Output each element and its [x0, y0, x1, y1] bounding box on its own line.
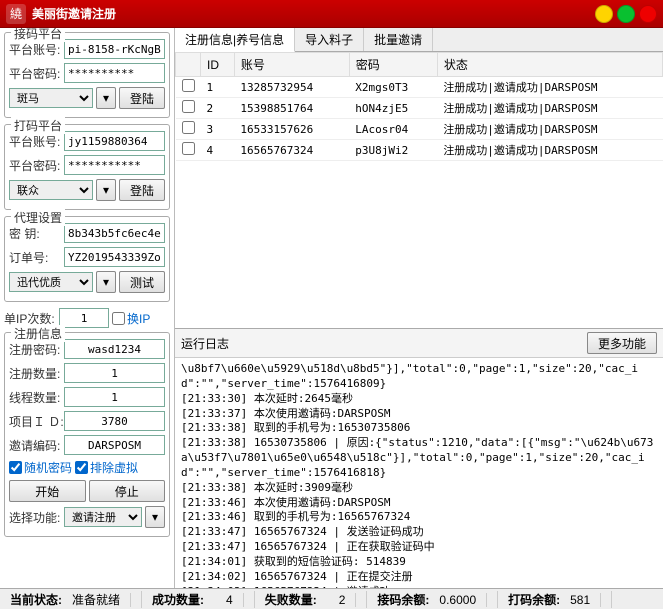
status-bar: 当前状态:准备就绪 成功数量: 4 失败数量: 2 接码余额:0.6000 打码…: [0, 588, 663, 609]
maximize-button[interactable]: [617, 5, 635, 23]
row-checkbox[interactable]: [182, 100, 195, 113]
col-pwd: 密码: [349, 53, 437, 77]
start-button[interactable]: 开始: [9, 480, 86, 502]
row-checkbox[interactable]: [182, 142, 195, 155]
window-title: 美丽街邀请注册: [32, 5, 591, 22]
col-acct: 账号: [234, 53, 349, 77]
stop-button[interactable]: 停止: [89, 480, 166, 502]
table-row[interactable]: 316533157626LAcosr04注册成功|邀请成功|DARSPOSM: [176, 119, 663, 140]
jiema-acct-input[interactable]: [64, 39, 165, 59]
proxy-order-label: 订单号:: [9, 249, 61, 266]
app-logo: 繞: [6, 4, 26, 24]
exclude-virtual-checkbox[interactable]: 排除虚拟: [75, 459, 138, 476]
reg-proj-input[interactable]: [64, 411, 165, 431]
reg-legend: 注册信息: [11, 325, 65, 342]
more-func-button[interactable]: 更多功能: [587, 332, 657, 354]
func-select[interactable]: 邀请注册: [64, 507, 142, 527]
reg-threads-input[interactable]: [64, 387, 165, 407]
reg-count-label: 注册数量:: [9, 365, 61, 382]
table-row[interactable]: 113285732954X2mgs0T3注册成功|邀请成功|DARSPOSM: [176, 77, 663, 98]
proxy-dropdown-button[interactable]: ▾: [96, 271, 116, 293]
proxy-test-button[interactable]: 测试: [119, 271, 165, 293]
reg-code-label: 邀请编码:: [9, 437, 61, 454]
dama-pwd-label: 平台密码:: [9, 157, 61, 174]
reg-proj-label: 项目Ｉ Ｄ:: [9, 413, 61, 430]
func-dropdown-button[interactable]: ▾: [145, 506, 165, 528]
table-row[interactable]: 215398851764hON4zjE5注册成功|邀请成功|DARSPOSM: [176, 98, 663, 119]
reg-pwd-input[interactable]: [64, 339, 165, 359]
log-title: 运行日志: [181, 335, 229, 352]
tab-import[interactable]: 导入料子: [295, 28, 364, 51]
swap-ip-checkbox[interactable]: 换IP: [112, 310, 150, 327]
col-status: 状态: [437, 53, 662, 77]
minimize-button[interactable]: [595, 5, 613, 23]
table-row[interactable]: 416565767324p3U8jWi2注册成功|邀请成功|DARSPOSM: [176, 140, 663, 161]
col-id: ID: [201, 53, 235, 77]
dama-provider-select[interactable]: 联众: [9, 180, 93, 200]
log-output: \u8bf7\u660e\u5929\u518d\u8bd5"}],"total…: [175, 358, 663, 588]
tab-reg-info[interactable]: 注册信息|养号信息: [175, 28, 295, 52]
dama-dropdown-button[interactable]: ▾: [96, 179, 116, 201]
jiema-provider-select[interactable]: 斑马: [9, 88, 93, 108]
proxy-key-label: 密 钥:: [9, 225, 61, 242]
jiema-legend: 接码平台: [11, 28, 65, 42]
jiema-pwd-input[interactable]: [64, 63, 165, 83]
reg-code-input[interactable]: [64, 435, 165, 455]
dama-acct-label: 平台账号:: [9, 133, 61, 150]
row-checkbox[interactable]: [182, 79, 195, 92]
dama-pwd-input[interactable]: [64, 155, 165, 175]
proxy-legend: 代理设置: [11, 209, 65, 226]
proxy-order-input[interactable]: [64, 247, 165, 267]
dama-login-button[interactable]: 登陆: [119, 179, 165, 201]
reg-count-input[interactable]: [64, 363, 165, 383]
proxy-provider-select[interactable]: 迅代优质: [9, 272, 93, 292]
ip-label: 单IP次数:: [4, 310, 56, 327]
jiema-login-button[interactable]: 登陆: [119, 87, 165, 109]
reg-pwd-label: 注册密码:: [9, 341, 61, 358]
ip-count-input[interactable]: [59, 308, 109, 328]
jiema-acct-label: 平台账号:: [9, 41, 61, 58]
accounts-table: ID 账号 密码 状态 113285732954X2mgs0T3注册成功|邀请成…: [175, 52, 663, 161]
row-checkbox[interactable]: [182, 121, 195, 134]
tab-batch-invite[interactable]: 批量邀请: [364, 28, 433, 51]
jiema-pwd-label: 平台密码:: [9, 65, 61, 82]
reg-threads-label: 线程数量:: [9, 389, 61, 406]
rand-pwd-checkbox[interactable]: 随机密码: [9, 459, 72, 476]
proxy-key-input[interactable]: [64, 223, 165, 243]
close-button[interactable]: [639, 5, 657, 23]
dama-acct-input[interactable]: [64, 131, 165, 151]
dama-legend: 打码平台: [11, 117, 65, 134]
jiema-dropdown-button[interactable]: ▾: [96, 87, 116, 109]
func-label: 选择功能:: [9, 509, 61, 526]
